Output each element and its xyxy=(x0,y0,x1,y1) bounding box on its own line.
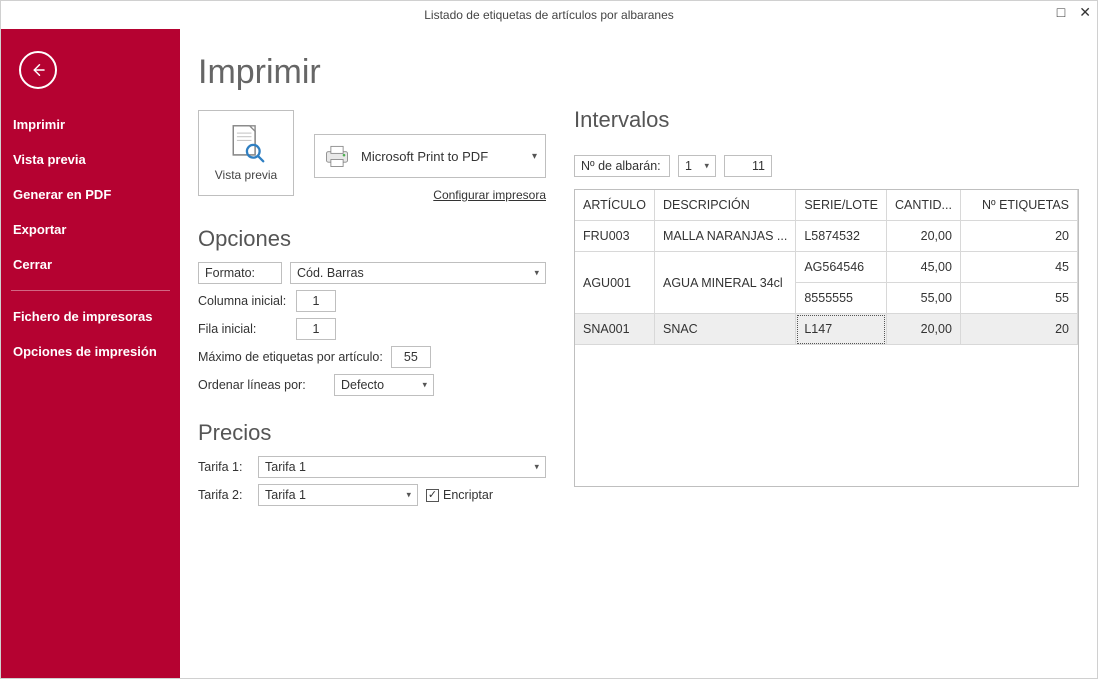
preview-button[interactable]: Vista previa xyxy=(198,110,294,196)
cell-descripcion[interactable]: MALLA NARANJAS ... xyxy=(654,221,795,252)
sidebar-item-exportar[interactable]: Exportar xyxy=(1,212,180,247)
ordenar-value: Defecto xyxy=(341,378,384,392)
sidebar-item-cerrar[interactable]: Cerrar xyxy=(1,247,180,282)
cell-etiquetas[interactable]: 20 xyxy=(960,221,1077,252)
n-albaran-from-select[interactable]: 1 ▾ xyxy=(678,155,716,177)
cell-cantidad[interactable]: 20,00 xyxy=(886,314,960,345)
formato-value: Cód. Barras xyxy=(297,266,364,280)
cell-descripcion[interactable]: AGUA MINERAL 34cl xyxy=(654,252,795,314)
cell-cantidad[interactable]: 45,00 xyxy=(886,252,960,283)
close-button[interactable]: ✕ xyxy=(1079,5,1091,19)
cell-serie[interactable]: 8555555 xyxy=(796,283,887,314)
section-title-intervalos: Intervalos xyxy=(574,107,1079,133)
tarifa2-label: Tarifa 2: xyxy=(198,488,250,502)
sidebar-item-imprimir[interactable]: Imprimir xyxy=(1,107,180,142)
tarifa1-value: Tarifa 1 xyxy=(265,460,306,474)
chevron-down-icon: ▾ xyxy=(534,462,539,473)
chevron-down-icon: ▾ xyxy=(406,490,411,501)
table-row[interactable]: FRU003MALLA NARANJAS ...L587453220,0020 xyxy=(575,221,1078,252)
printer-name: Microsoft Print to PDF xyxy=(361,149,522,164)
sidebar-item-label: Vista previa xyxy=(13,152,86,167)
arrow-left-icon xyxy=(29,61,47,79)
sidebar-item-label: Exportar xyxy=(13,222,66,237)
configure-printer-link[interactable]: Configurar impresora xyxy=(314,188,546,202)
cell-cantidad[interactable]: 20,00 xyxy=(886,221,960,252)
columna-inicial-input[interactable]: 1 xyxy=(296,290,336,312)
sidebar-separator xyxy=(11,290,170,291)
sidebar-item-opciones-impresion[interactable]: Opciones de impresión xyxy=(1,334,180,369)
encriptar-label: Encriptar xyxy=(443,488,493,502)
sidebar-item-label: Generar en PDF xyxy=(13,187,111,202)
col-header-descripcion[interactable]: DESCRIPCIÓN xyxy=(654,190,795,221)
table-row[interactable]: AGU001AGUA MINERAL 34clAG56454645,0045 xyxy=(575,252,1078,283)
fila-inicial-input[interactable]: 1 xyxy=(296,318,336,340)
n-albaran-to-input[interactable]: 11 xyxy=(724,155,772,177)
formato-select[interactable]: Cód. Barras ▾ xyxy=(290,262,546,284)
cell-serie[interactable]: L5874532 xyxy=(796,221,887,252)
chevron-down-icon: ▾ xyxy=(534,268,539,279)
cell-articulo[interactable]: AGU001 xyxy=(575,252,654,314)
titlebar: Listado de etiquetas de artículos por al… xyxy=(1,1,1097,29)
back-button[interactable] xyxy=(19,51,57,89)
sidebar-item-vista-previa[interactable]: Vista previa xyxy=(1,142,180,177)
document-preview-icon xyxy=(224,124,268,164)
sidebar: Imprimir Vista previa Generar en PDF Exp… xyxy=(1,29,180,678)
sidebar-item-label: Opciones de impresión xyxy=(13,344,157,359)
checkbox-icon: ✓ xyxy=(426,489,439,502)
cell-etiquetas[interactable]: 55 xyxy=(960,283,1077,314)
cell-etiquetas[interactable]: 20 xyxy=(960,314,1077,345)
col-header-etiquetas[interactable]: Nº ETIQUETAS xyxy=(960,190,1077,221)
ordenar-label: Ordenar líneas por: xyxy=(198,378,326,392)
sidebar-item-generar-pdf[interactable]: Generar en PDF xyxy=(1,177,180,212)
columna-inicial-label: Columna inicial: xyxy=(198,294,288,308)
printer-select[interactable]: Microsoft Print to PDF ▾ xyxy=(314,134,546,178)
tarifa1-label: Tarifa 1: xyxy=(198,460,250,474)
sidebar-item-label: Imprimir xyxy=(13,117,65,132)
formato-label: Formato: xyxy=(205,266,255,280)
col-header-cantidad[interactable]: CANTID... xyxy=(886,190,960,221)
cell-cantidad[interactable]: 55,00 xyxy=(886,283,960,314)
cell-serie[interactable]: L147 xyxy=(796,314,887,345)
n-albaran-label-box: Nº de albarán: xyxy=(574,155,670,177)
printer-icon xyxy=(323,143,351,169)
encriptar-checkbox[interactable]: ✓ Encriptar xyxy=(426,488,493,502)
max-etiquetas-input[interactable]: 55 xyxy=(391,346,431,368)
col-header-serie[interactable]: SERIE/LOTE xyxy=(796,190,887,221)
tarifa2-value: Tarifa 1 xyxy=(265,488,306,502)
tarifa1-select[interactable]: Tarifa 1 ▾ xyxy=(258,456,546,478)
col-header-articulo[interactable]: ARTÍCULO xyxy=(575,190,654,221)
sidebar-item-fichero-impresoras[interactable]: Fichero de impresoras xyxy=(1,299,180,334)
cell-serie[interactable]: AG564546 xyxy=(796,252,887,283)
section-title-opciones: Opciones xyxy=(198,226,546,252)
n-albaran-from: 1 xyxy=(685,159,692,173)
preview-button-label: Vista previa xyxy=(215,168,277,182)
cell-articulo[interactable]: SNA001 xyxy=(575,314,654,345)
cell-descripcion[interactable]: SNAC xyxy=(654,314,795,345)
fila-inicial-label: Fila inicial: xyxy=(198,322,288,336)
tarifa2-select[interactable]: Tarifa 1 ▾ xyxy=(258,484,418,506)
maximize-button[interactable]: □ xyxy=(1057,5,1065,19)
page-title: Imprimir xyxy=(198,53,546,92)
section-title-precios: Precios xyxy=(198,420,546,446)
chevron-down-icon: ▾ xyxy=(422,380,427,391)
sidebar-item-label: Fichero de impresoras xyxy=(13,309,152,324)
sidebar-item-label: Cerrar xyxy=(13,257,52,272)
ordenar-select[interactable]: Defecto ▾ xyxy=(334,374,434,396)
cell-articulo[interactable]: FRU003 xyxy=(575,221,654,252)
formato-label-box: Formato: xyxy=(198,262,282,284)
window-title: Listado de etiquetas de artículos por al… xyxy=(424,8,674,22)
max-etiquetas-label: Máximo de etiquetas por artículo: xyxy=(198,350,383,364)
table-row[interactable]: SNA001SNACL14720,0020 xyxy=(575,314,1078,345)
chevron-down-icon: ▾ xyxy=(704,161,709,172)
chevron-down-icon: ▾ xyxy=(532,151,537,162)
grid-header-row: ARTÍCULO DESCRIPCIÓN SERIE/LOTE CANTID..… xyxy=(575,190,1078,221)
n-albaran-label: Nº de albarán: xyxy=(581,159,661,173)
etiquetas-grid[interactable]: ARTÍCULO DESCRIPCIÓN SERIE/LOTE CANTID..… xyxy=(574,189,1079,487)
cell-etiquetas[interactable]: 45 xyxy=(960,252,1077,283)
